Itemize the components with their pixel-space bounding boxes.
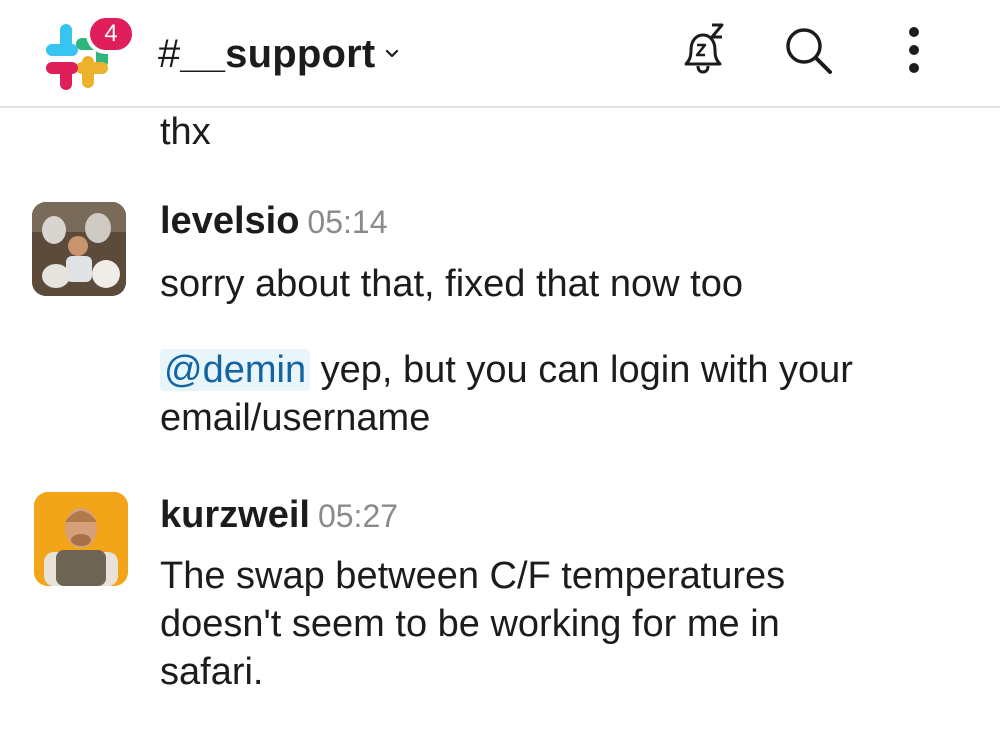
- channel-title-button[interactable]: # __support: [158, 26, 399, 82]
- message-timestamp: 05:27: [317, 498, 399, 534]
- message-text: The swap between C/F temperatures doesn'…: [160, 555, 786, 693]
- chevron-down-icon: [386, 49, 399, 58]
- user-mention[interactable]: @demin: [160, 349, 311, 391]
- channel-header: 4 # __support: [0, 0, 1000, 108]
- search-icon: [786, 28, 832, 74]
- message-author[interactable]: levelsio 05:14: [160, 200, 388, 243]
- search-button[interactable]: [776, 18, 840, 82]
- message-text: sorry about that, fixed that now too: [160, 263, 744, 305]
- message-author[interactable]: kurzweil 05:27: [160, 494, 398, 537]
- notification-badge: 4: [86, 14, 136, 54]
- avatar[interactable]: [32, 202, 126, 296]
- avatar[interactable]: [34, 492, 128, 586]
- author-name: levelsio: [160, 200, 300, 242]
- bell-snooze-icon: [684, 23, 724, 74]
- author-name: kurzweil: [160, 494, 310, 536]
- channel-hash: #: [158, 31, 181, 76]
- message-continuation: thx: [160, 111, 211, 153]
- snooze-notifications-button[interactable]: [670, 18, 734, 82]
- more-options-button[interactable]: [882, 18, 946, 82]
- channel-name: __support: [180, 31, 376, 76]
- vertical-ellipsis-icon: [909, 27, 919, 73]
- message-timestamp: 05:14: [307, 204, 388, 240]
- message-text-with-mention: @demin yep, but you can login with your …: [160, 346, 960, 442]
